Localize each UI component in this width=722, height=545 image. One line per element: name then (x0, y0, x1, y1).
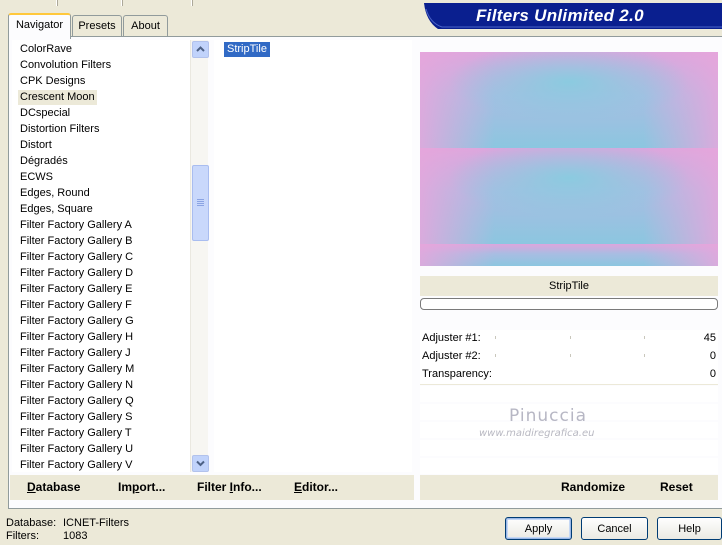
filter-info-button[interactable]: Filter Info... (197, 480, 262, 494)
reset-button[interactable]: Reset (660, 480, 693, 494)
left-action-bar: Database Import... Filter Info... Editor… (10, 475, 414, 500)
tab-navigator[interactable]: Navigator (8, 13, 71, 39)
filters-count-label: Filters: (6, 530, 39, 542)
category-item[interactable]: Filter Factory Gallery M (18, 362, 136, 377)
category-item[interactable]: Filter Factory Gallery D (18, 266, 135, 281)
category-item[interactable]: Crescent Moon (18, 90, 97, 105)
category-item[interactable]: Filter Factory Gallery E (18, 282, 134, 297)
tab-label: Presets (78, 20, 116, 32)
category-item[interactable]: Edges, Round (18, 186, 92, 201)
slider-tick (570, 354, 571, 357)
category-item[interactable]: Filter Factory Gallery G (18, 314, 136, 329)
tab-label: Navigator (15, 19, 64, 31)
slider-tick (495, 354, 496, 357)
database-status-value: ICNET-Filters (63, 517, 129, 529)
banner-title: Filters Unlimited 2.0 (476, 6, 644, 25)
category-item[interactable]: ECWS (18, 170, 55, 185)
button-label: ditor... (302, 480, 339, 494)
chevron-down-icon (196, 460, 205, 467)
adjuster-label: Adjuster #2: (422, 350, 481, 362)
slider-tick (644, 354, 645, 357)
category-item[interactable]: Filter Factory Gallery V (18, 458, 134, 472)
tab-presets[interactable]: Presets (72, 15, 122, 36)
category-item[interactable]: DCspecial (18, 106, 72, 121)
empty-adjuster-row (420, 458, 718, 474)
tab-about[interactable]: About (123, 15, 168, 36)
category-item[interactable]: Filter Factory Gallery Q (18, 394, 136, 409)
button-label: Im (118, 480, 133, 494)
category-item[interactable]: Filter Factory Gallery C (18, 250, 135, 265)
slider-tick (644, 336, 645, 339)
tab-label: About (131, 20, 160, 32)
category-item[interactable]: Filter Factory Gallery N (18, 378, 135, 393)
right-action-bar: Randomize Reset (420, 475, 718, 500)
chevron-up-icon (196, 46, 205, 52)
category-list[interactable]: ColorRave Convolution Filters CPK Designs C… (12, 40, 190, 472)
filter-list[interactable]: StripTile (214, 40, 412, 472)
category-item[interactable]: Distortion Filters (18, 122, 101, 137)
database-status-label: Database: (6, 517, 57, 529)
accel-key: E (294, 480, 303, 494)
help-button[interactable]: Help (657, 517, 722, 540)
apply-button[interactable]: Apply (505, 517, 572, 540)
progress-bar (420, 298, 718, 310)
preview-canvas (420, 42, 718, 266)
grip-line (197, 205, 204, 206)
editor-button[interactable]: Editor... (294, 480, 338, 494)
empty-adjuster-row (420, 386, 718, 402)
preview-image (420, 42, 718, 266)
category-item[interactable]: Filter Factory Gallery H (18, 330, 135, 345)
randomize-button[interactable]: Randomize (561, 480, 625, 494)
scroll-thumb[interactable] (192, 165, 209, 241)
filter-item-striptile[interactable]: StripTile (224, 42, 270, 57)
filter-name-bar: StripTile (420, 276, 718, 296)
category-item[interactable]: Filter Factory Gallery S (18, 410, 134, 425)
database-button[interactable]: Database (27, 480, 80, 494)
category-item[interactable]: Filter Factory Gallery U (18, 442, 135, 457)
category-item[interactable]: Filter Factory Gallery J (18, 346, 133, 361)
category-item[interactable]: Filter Factory Gallery A (18, 218, 134, 233)
banner: Filters Unlimited 2.0 (424, 3, 722, 29)
accel-key: D (27, 480, 36, 494)
watermark-url: www.maidiregrafica.eu (479, 428, 595, 439)
category-item[interactable]: Convolution Filters (18, 58, 113, 73)
cancel-button[interactable]: Cancel (581, 517, 648, 540)
category-item[interactable]: Edges, Square (18, 202, 95, 217)
grip-line (197, 203, 204, 204)
category-item[interactable]: Filter Factory Gallery B (18, 234, 134, 249)
adjuster-row-1[interactable]: Adjuster #1: 45 (420, 330, 718, 349)
scroll-up-button[interactable] (192, 41, 209, 58)
scroll-down-button[interactable] (192, 455, 209, 472)
category-scrollbar[interactable] (190, 40, 209, 472)
adjuster-row-transparency[interactable]: Transparency: 0 (420, 366, 718, 385)
slider-tick (495, 336, 496, 339)
filters-count-value: 1083 (63, 530, 88, 542)
grip-line (197, 201, 204, 202)
adjuster-value: 0 (709, 350, 716, 362)
adjuster-value: 0 (709, 368, 716, 380)
adjuster-label: Adjuster #1: (422, 332, 481, 344)
category-item[interactable]: Filter Factory Gallery F (18, 298, 134, 313)
button-label: nfo... (233, 480, 262, 494)
adjuster-value: 45 (703, 332, 716, 344)
watermark-name: Pinuccia (509, 406, 587, 426)
button-label: ort... (139, 480, 166, 494)
category-item[interactable]: ColorRave (18, 42, 74, 57)
adjuster-label: Transparency: (422, 368, 492, 380)
button-label: atabase (35, 480, 81, 494)
category-item[interactable]: Dégradés (18, 154, 70, 169)
import-button[interactable]: Import... (118, 480, 165, 494)
separator (191, 0, 193, 6)
separator (121, 0, 123, 6)
category-item[interactable]: Filter Factory Gallery T (18, 426, 134, 441)
adjuster-row-2[interactable]: Adjuster #2: 0 (420, 348, 718, 367)
button-label: Filter (197, 480, 230, 494)
separator (56, 0, 58, 6)
grip-line (197, 199, 204, 200)
slider-tick (570, 336, 571, 339)
empty-adjuster-row (420, 440, 718, 456)
category-item[interactable]: Distort (18, 138, 54, 153)
category-item[interactable]: CPK Designs (18, 74, 87, 89)
